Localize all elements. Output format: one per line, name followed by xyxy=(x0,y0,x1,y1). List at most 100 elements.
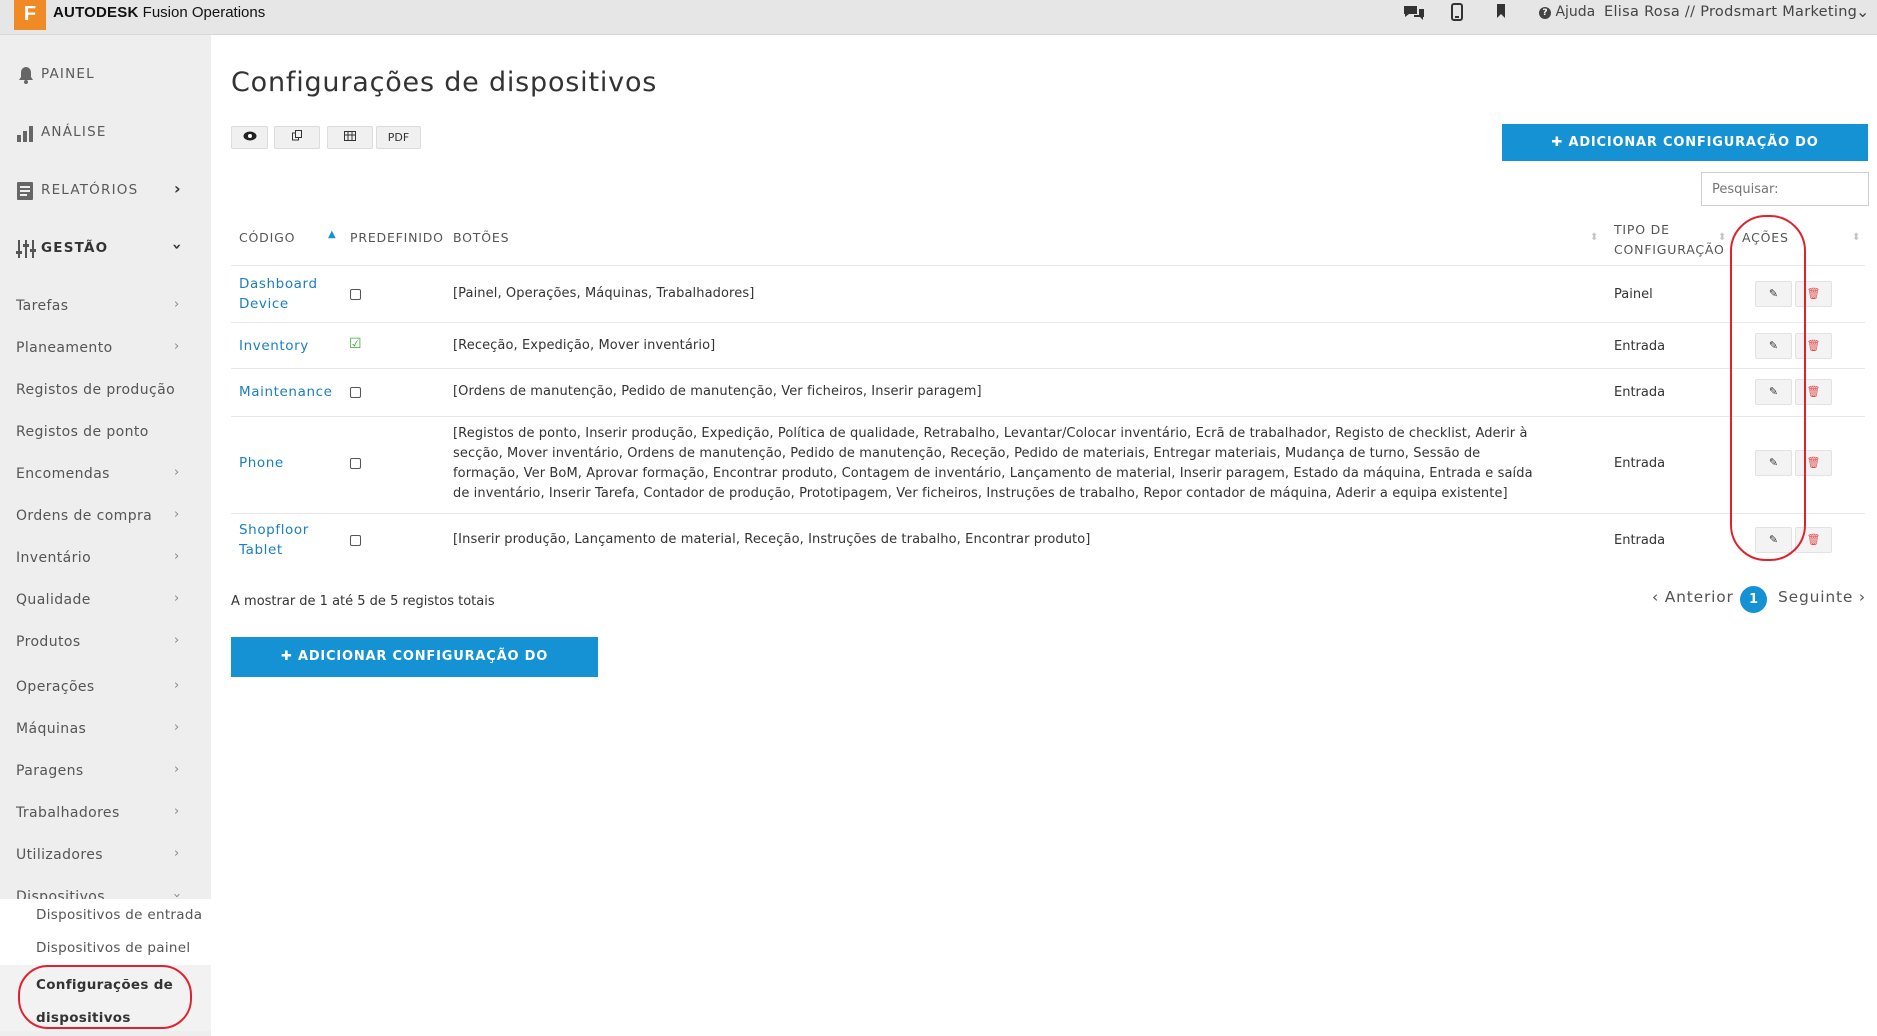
column-header-buttons[interactable]: BOTÕES xyxy=(453,230,509,245)
config-code-link[interactable]: Dashboard Device xyxy=(239,274,329,314)
sidebar-item-relatorios[interactable]: RELATÓRIOS › xyxy=(0,163,211,221)
previous-page-link[interactable]: ‹ Anterior xyxy=(1652,588,1734,606)
column-visibility-button[interactable] xyxy=(231,126,268,149)
sidebar-item-trabalhadores[interactable]: Trabalhadores › xyxy=(0,793,211,835)
default-checkbox xyxy=(350,289,361,300)
bar-chart-icon xyxy=(16,123,36,148)
chevron-right-icon: › xyxy=(174,678,180,693)
chevron-right-icon: › xyxy=(174,720,180,735)
sidebar-item-utilizadores[interactable]: Utilizadores › xyxy=(0,835,211,877)
copy-button[interactable] xyxy=(274,126,320,149)
sidebar-item-maquinas[interactable]: Máquinas › xyxy=(0,709,211,751)
next-page-link[interactable]: Seguinte › xyxy=(1778,588,1866,606)
search-input[interactable] xyxy=(1701,172,1869,206)
divider xyxy=(231,368,1865,369)
chat-icon[interactable] xyxy=(1402,3,1426,28)
sidebar-item-label: GESTÃO xyxy=(41,240,109,256)
column-header-code[interactable]: CÓDIGO xyxy=(239,230,295,245)
chevron-right-icon: › xyxy=(174,549,180,564)
sidebar-item-paragens[interactable]: Paragens › xyxy=(0,751,211,793)
sidebar-item-gestao[interactable]: GESTÃO › xyxy=(0,221,211,279)
sort-icon[interactable]: ⬍ xyxy=(1852,232,1860,243)
document-icon xyxy=(16,181,34,206)
page-1-button[interactable]: 1 xyxy=(1740,586,1767,613)
sidebar-item-registos-ponto[interactable]: Registos de ponto xyxy=(0,412,211,454)
sidebar-item-label: PAINEL xyxy=(41,66,95,82)
help-label: Ajuda xyxy=(1555,4,1596,20)
trash-icon: 🗑 xyxy=(1806,385,1821,398)
sidebar-item-ordens-compra[interactable]: Ordens de compra › xyxy=(0,496,211,538)
pdf-export-button[interactable]: PDF xyxy=(376,126,421,149)
brand-bold: AUTODESK xyxy=(53,4,139,21)
config-code-link[interactable]: Maintenance xyxy=(239,382,332,402)
sidebar-item-dispositivos-entrada[interactable]: Dispositivos de entrada xyxy=(0,899,211,932)
annotation-circle-sidebar xyxy=(18,965,192,1029)
bell-icon xyxy=(16,65,36,90)
sidebar-item-label: Inventário xyxy=(16,550,92,566)
sidebar-item-label: Encomendas xyxy=(16,466,110,482)
sidebar: PAINEL ANÁLISE RELATÓRIOS › GESTÃO › Tar… xyxy=(0,35,211,1036)
sort-icon[interactable]: ⬍ xyxy=(1590,232,1598,243)
add-config-button-bottom[interactable]: ✚ ADICIONAR CONFIGURAÇÃO DO DISPOSITIVO xyxy=(231,637,598,704)
sidebar-item-produtos[interactable]: Produtos › xyxy=(0,622,211,664)
table-info: A mostrar de 1 até 5 de 5 registos totai… xyxy=(231,594,495,609)
sidebar-item-label: Utilizadores xyxy=(16,847,103,863)
checked-icon: ☑ xyxy=(349,336,362,352)
brand-rest: Fusion Operations xyxy=(138,4,266,21)
sidebar-item-tarefas[interactable]: Tarefas › xyxy=(0,286,211,328)
help-link[interactable]: ? Ajuda xyxy=(1539,4,1595,20)
sidebar-item-label: Registos de produção xyxy=(16,382,176,398)
default-checkbox xyxy=(350,387,361,398)
copy-icon xyxy=(291,130,303,144)
sort-asc-icon[interactable]: ▲ xyxy=(328,229,336,240)
fusion-logo[interactable]: F xyxy=(14,0,46,30)
config-type: Entrada xyxy=(1614,339,1666,354)
sidebar-item-inventario[interactable]: Inventário › xyxy=(0,538,211,580)
config-type: Entrada xyxy=(1614,533,1666,548)
sidebar-item-operacoes[interactable]: Operações › xyxy=(0,667,211,709)
column-header-default[interactable]: PREDEFINIDO xyxy=(350,230,444,245)
sidebar-item-label: Registos de ponto xyxy=(16,424,149,440)
divider xyxy=(231,416,1865,417)
chevron-right-icon: › xyxy=(174,297,180,312)
sidebar-item-qualidade[interactable]: Qualidade › xyxy=(0,580,211,622)
sidebar-item-label: ANÁLISE xyxy=(41,124,107,140)
sidebar-item-painel[interactable]: PAINEL xyxy=(0,47,211,105)
sidebar-item-label: Ordens de compra xyxy=(16,508,153,524)
mobile-icon[interactable] xyxy=(1451,3,1463,26)
divider xyxy=(231,265,1865,266)
config-buttons-text: [Painel, Operações, Máquinas, Trabalhado… xyxy=(453,286,755,301)
add-config-button-top[interactable]: ✚ ADICIONAR CONFIGURAÇÃO DO DISPOSITIVO xyxy=(1502,124,1868,187)
chevron-right-icon: › xyxy=(174,591,180,606)
column-header-type[interactable]: TIPO DE CONFIGURAÇÃO xyxy=(1614,220,1724,260)
sidebar-item-registos-producao[interactable]: Registos de produção xyxy=(0,370,211,412)
divider xyxy=(231,322,1865,323)
user-menu[interactable]: Elisa Rosa // Prodsmart Marketing xyxy=(1604,4,1857,20)
config-buttons-text: [Ordens de manutenção, Pedido de manuten… xyxy=(453,384,982,399)
sliders-icon xyxy=(16,239,36,264)
chevron-right-icon: › xyxy=(174,762,180,777)
divider xyxy=(231,513,1865,514)
config-type: Entrada xyxy=(1614,456,1666,471)
question-circle-icon: ? xyxy=(1539,7,1551,19)
brand-name: AUTODESK Fusion Operations xyxy=(53,4,265,21)
excel-export-button[interactable] xyxy=(327,126,373,149)
sidebar-item-dispositivos-painel[interactable]: Dispositivos de painel xyxy=(0,932,211,965)
config-code-link[interactable]: Inventory xyxy=(239,336,329,356)
config-code-link[interactable]: Phone xyxy=(239,453,329,473)
eye-icon xyxy=(243,131,257,144)
config-buttons-text: [Registos de ponto, Inserir produção, Ex… xyxy=(453,426,1533,501)
sidebar-item-encomendas[interactable]: Encomendas › xyxy=(0,454,211,496)
bookmark-icon[interactable] xyxy=(1495,3,1507,24)
chevron-right-icon: › xyxy=(174,179,181,198)
sort-icon[interactable]: ⬍ xyxy=(1718,232,1726,243)
sidebar-item-analise[interactable]: ANÁLISE xyxy=(0,105,211,163)
chevron-right-icon: › xyxy=(174,507,180,522)
chevron-right-icon: › xyxy=(174,465,180,480)
trash-icon: 🗑 xyxy=(1806,339,1821,352)
sidebar-item-planeamento[interactable]: Planeamento › xyxy=(0,328,211,370)
chevron-down-icon[interactable]: ⌄ xyxy=(1856,2,1869,21)
config-code-link[interactable]: Shopfloor Tablet xyxy=(239,520,329,560)
sidebar-item-label: Paragens xyxy=(16,763,84,779)
chevron-right-icon: › xyxy=(174,339,180,354)
